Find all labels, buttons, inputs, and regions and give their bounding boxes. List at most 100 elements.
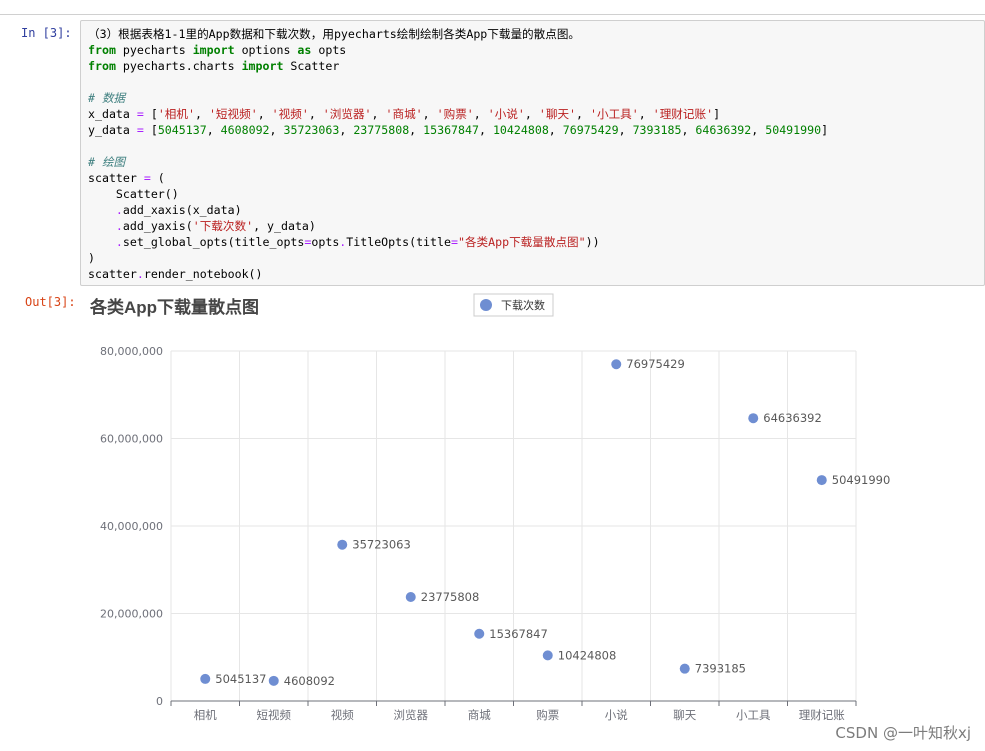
code-token: , (681, 123, 696, 137)
code-token: , (751, 123, 766, 137)
code-token: '理财记账' (652, 107, 714, 121)
code-token: 50491990 (765, 123, 822, 137)
scatter-point-label: 4608092 (284, 674, 335, 688)
code-token: from (88, 59, 116, 73)
code-token: pyecharts.charts (115, 59, 242, 73)
scatter-point (405, 591, 416, 602)
code-token: as (297, 43, 312, 57)
scatter-point-label: 10424808 (558, 648, 617, 662)
y-tick-label: 60,000,000 (100, 433, 163, 446)
scatter-point (337, 539, 348, 550)
input-prompt: In [3]: (21, 26, 72, 40)
scatter-point (268, 675, 279, 686)
y-tick-label: 0 (156, 695, 163, 708)
code-token: , (638, 107, 653, 121)
code-token: , (548, 123, 563, 137)
scatter-point (748, 413, 759, 424)
code-token: 7393185 (632, 123, 682, 137)
code-token: )) (585, 235, 600, 249)
code-token: Scatter() (88, 187, 179, 201)
code-token: ) (88, 251, 95, 265)
code-token: '短视频' (208, 107, 258, 121)
code-token: add_yaxis( (122, 219, 193, 233)
code-line: ) (88, 250, 828, 266)
code-token: # 数据 (88, 91, 126, 105)
code-token: ] (713, 107, 721, 121)
code-line: # 数据 (88, 90, 828, 106)
code-token: import (241, 59, 284, 73)
code-token: '小说' (487, 107, 525, 121)
code-line: y_data = [5045137, 4608092, 35723063, 23… (88, 122, 828, 138)
code-token: TitleOpts(title (346, 235, 451, 249)
x-tick-label: 小工具 (736, 708, 771, 722)
code-token: , (257, 107, 272, 121)
code-token: ] (821, 123, 829, 137)
legend-label: 下载次数 (501, 298, 545, 312)
code-token: [ (143, 123, 158, 137)
code-token: , (478, 123, 493, 137)
scatter-chart-svg: 0 20,000,000 40,000,000 60,000,000 80,000,00… (89, 293, 890, 722)
code-cell-editor[interactable]: （3）根据表格1-1里的App数据和下载次数，用pyecharts绘制绘制各类A… (80, 20, 985, 286)
code-line: from pyecharts import options as opts (88, 42, 828, 58)
code-token: x_data (88, 107, 137, 121)
code-token: 10424808 (492, 123, 549, 137)
code-token: from (88, 43, 116, 57)
chart-grid (170, 350, 857, 701)
code-token: , (339, 123, 354, 137)
y-tick-label: 40,000,000 (100, 520, 163, 533)
code-token: = (136, 107, 144, 121)
scatter-point-label: 35723063 (352, 538, 411, 552)
legend-marker-icon (480, 299, 492, 311)
code-token: . (115, 203, 123, 217)
code-token: 23775808 (353, 123, 410, 137)
code-token: , (269, 123, 284, 137)
x-tick-label: 聊天 (673, 708, 696, 722)
code-token: . (115, 219, 123, 233)
scatter-point-label: 76975429 (626, 357, 685, 371)
code-token: Scatter (283, 59, 340, 73)
code-token: , (618, 123, 633, 137)
output-prompt: Out[3]: (25, 295, 76, 309)
x-tick-label: 理财记账 (799, 708, 845, 722)
code-token: '视频' (271, 107, 309, 121)
code-token: , (524, 107, 539, 121)
code-token: , (422, 107, 437, 121)
code-token: 5045137 (157, 123, 207, 137)
code-token: , (194, 107, 209, 121)
scatter-point-label: 23775808 (421, 590, 480, 604)
code-token: y_data (88, 123, 137, 137)
code-token: 76975429 (562, 123, 619, 137)
chart-title: 各类App下载量散点图 (89, 297, 259, 317)
code-token: add_xaxis(x_data) (122, 203, 242, 217)
scatter-point (816, 475, 827, 486)
x-tick-label: 相机 (194, 708, 217, 722)
watermark: CSDN @一叶知秋xj (835, 724, 971, 742)
code-token: ( (150, 171, 165, 185)
chart-legend[interactable]: 下载次数 (473, 293, 554, 317)
scatter-point (200, 673, 211, 684)
x-tick-label: 商城 (468, 708, 491, 722)
code-token: 4608092 (220, 123, 270, 137)
scatter-point (611, 359, 622, 370)
scatter-point (474, 628, 485, 639)
code-token: , (576, 107, 591, 121)
code-token: , y_data) (253, 219, 316, 233)
y-tick-label: 80,000,000 (100, 345, 163, 358)
code-token: opts (311, 235, 340, 249)
code-token: = (136, 123, 144, 137)
x-tick-label: 浏览器 (394, 708, 429, 722)
code-token: pyecharts (115, 43, 193, 57)
code-token: 64636392 (695, 123, 752, 137)
code-token: '商城' (385, 107, 423, 121)
code-line: scatter.render_notebook() (88, 266, 828, 282)
code-token: scatter (88, 171, 144, 185)
code-token: set_global_opts(title_opts (122, 235, 305, 249)
code-line: scatter = ( (88, 170, 828, 186)
code-token: , (371, 107, 386, 121)
code-token: , (308, 107, 323, 121)
code-token: '相机' (157, 107, 195, 121)
code-text[interactable]: （3）根据表格1-1里的App数据和下载次数，用pyecharts绘制绘制各类A… (88, 26, 828, 282)
